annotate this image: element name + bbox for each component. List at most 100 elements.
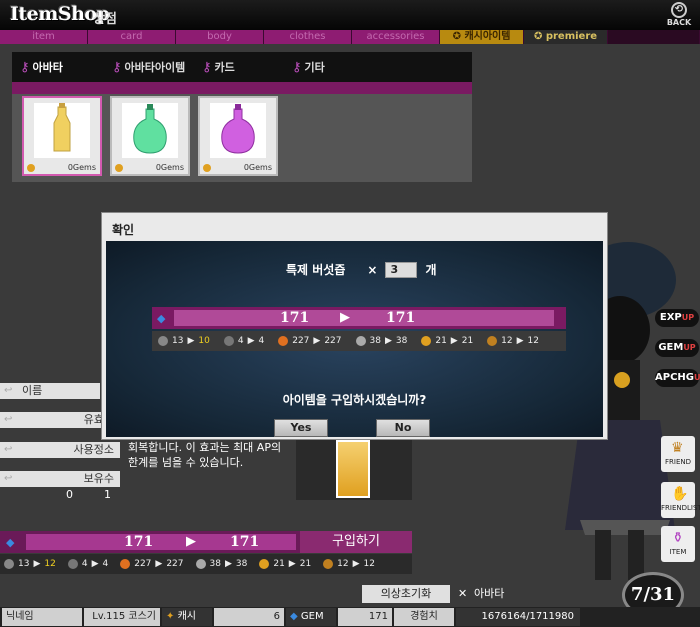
arrow-icon: ▶	[247, 336, 255, 346]
stat-value: 227	[166, 559, 184, 569]
outfit-reset-button[interactable]: 의상초기화	[362, 585, 450, 603]
arrow-icon: ▶	[516, 336, 524, 346]
apchg-up-badge[interactable]: APCHGUP	[655, 369, 700, 387]
stat-value: 12	[501, 336, 513, 346]
hook-icon: ↩	[4, 473, 13, 484]
subtab-avatar[interactable]: ⚷ 아바타	[12, 59, 104, 75]
gem-label: ◆ GEM	[286, 608, 336, 626]
product-name: 특제 버섯즙	[286, 263, 346, 277]
hook-icon: ↩	[4, 444, 13, 455]
cash-label: ✦ 캐시	[162, 608, 212, 626]
trophy-icon: ♛	[671, 440, 684, 456]
owned-value-b: 1	[104, 488, 111, 501]
stat-value: 227	[324, 336, 342, 346]
stat-value: 227	[292, 336, 310, 346]
stat-value: 12	[527, 336, 539, 346]
dialog-gem-to: 171	[386, 310, 416, 326]
stat-value: 21	[461, 336, 474, 346]
stat-ring-icon	[4, 559, 14, 569]
back-button[interactable]: ⟲ BACK	[662, 2, 696, 28]
back-label: BACK	[666, 18, 692, 27]
tab-premiere[interactable]: ✪ premiere	[524, 30, 608, 44]
arrow-icon: ▶	[224, 559, 232, 569]
no-button[interactable]: No	[376, 419, 430, 437]
key-icon: ⚷	[20, 59, 30, 75]
arrow-icon: ▶	[288, 559, 296, 569]
tab-accessories[interactable]: accessories	[352, 30, 440, 44]
friend-button[interactable]: ♛ FRIEND	[661, 436, 695, 472]
buy-button[interactable]: 구입하기	[300, 531, 412, 553]
item-price: 0Gems	[67, 163, 96, 172]
nickname-label: 닉네임	[2, 608, 82, 626]
item-price: 0Gems	[243, 163, 272, 172]
yes-button[interactable]: Yes	[274, 419, 328, 437]
gem-from: 171	[124, 534, 154, 550]
level-label: Lv.115 코스기	[84, 608, 160, 626]
friend-list-button[interactable]: ✋ FRIENDLIST	[661, 482, 700, 518]
tab-cash-item[interactable]: ✪ 캐시아이템	[440, 30, 524, 44]
usage-label: 사용정소	[0, 442, 120, 458]
stat-value: 38	[235, 559, 248, 569]
dialog-body: 특제 버섯즙 × 3 개 ◆ 171 ▶ 171 13 ▶ 10 4 ▶ 4 227 ▶ 2…	[106, 241, 603, 437]
stat-value: 21	[299, 559, 312, 569]
stat-ring-icon	[158, 336, 168, 346]
tab-item[interactable]: item	[0, 30, 88, 44]
unit-label: 개	[425, 263, 437, 277]
top-header: ItemShop 상점 ⟲ BACK	[0, 0, 700, 30]
shop-item-card[interactable]: 0Gems	[22, 96, 102, 176]
back-arrow-icon: ⟲	[671, 2, 687, 18]
stat-value: 38	[395, 336, 408, 346]
tab-card[interactable]: card	[88, 30, 176, 44]
confirm-question: 아이템을 구입하시겠습니까?	[282, 393, 427, 407]
stat-value: 38	[369, 336, 381, 346]
stat-value: 12	[337, 559, 349, 569]
tab-clothes[interactable]: clothes	[264, 30, 352, 44]
cash-value: 6	[214, 608, 284, 626]
owned-value-a: 0	[66, 488, 73, 501]
subtab-card[interactable]: ⚷ 카드	[194, 59, 284, 75]
stat-face-icon	[355, 336, 366, 346]
item-price: 0Gems	[155, 163, 184, 172]
shop-item-card[interactable]: 0Gems	[198, 96, 278, 176]
stat-value: 4	[102, 559, 109, 569]
stat-circle-icon	[223, 336, 234, 346]
dialog-gem-bar: ◆ 171 ▶ 171	[152, 307, 566, 329]
arrow-icon: ▶	[33, 559, 41, 569]
arrow-icon: ▶	[155, 559, 163, 569]
item-button[interactable]: ⚱ ITEM	[661, 526, 695, 562]
stat-value: 4	[237, 336, 244, 346]
stat-face-icon	[195, 559, 206, 569]
exp-value: 1676164/1711980 (51.3%)	[456, 608, 580, 626]
gem-up-badge[interactable]: GEMUP	[655, 339, 699, 357]
arrow-icon: ▶	[187, 336, 195, 346]
exp-up-badge[interactable]: EXPUP	[655, 309, 699, 327]
dialog-gem-from: 171	[280, 310, 310, 326]
dialog-title: 확인	[112, 223, 135, 237]
times-sign: ×	[367, 262, 378, 277]
subtab-avatar-item[interactable]: ⚷ 아바타아이템	[104, 59, 194, 75]
arrow-icon: ▶	[313, 336, 321, 346]
gem-icon: ◆	[290, 611, 298, 622]
stat-face-icon	[259, 559, 270, 569]
potion-preview-icon	[336, 440, 370, 498]
stat-value: 13	[172, 336, 184, 346]
handshake-icon: ✋	[671, 486, 689, 502]
hook-icon: ↩	[4, 385, 13, 396]
stat-face-plus-icon	[487, 336, 498, 346]
subtab-etc[interactable]: ⚷ 기타	[284, 59, 374, 75]
key-icon: ⚷	[112, 59, 122, 75]
quantity-input[interactable]: 3	[385, 261, 418, 278]
stat-face-icon	[278, 336, 289, 346]
stat-face-plus-icon	[323, 559, 334, 569]
gem-to: 171	[230, 534, 260, 550]
shop-item-card[interactable]: 0Gems	[110, 96, 190, 176]
subtab-bar: ⚷ 아바타 ⚷ 아바타아이템 ⚷ 카드 ⚷ 기타	[12, 52, 472, 82]
gem-value: 171	[338, 608, 392, 626]
purchase-confirm-dialog: 확인 특제 버섯즙 × 3 개 ◆ 171 ▶ 171 13 ▶ 10 4 ▶ 4 22…	[101, 212, 608, 440]
stat-value: 13	[18, 559, 30, 569]
potion-yellow-icon	[34, 103, 90, 158]
tab-body[interactable]: body	[176, 30, 264, 44]
stat-face-icon	[120, 559, 131, 569]
quantity-line: 특제 버섯즙 × 3 개	[286, 261, 486, 278]
item-description: 회복합니다. 이 효과는 최대 AP의 한계를 넘을 수 있습니다.	[128, 440, 292, 500]
